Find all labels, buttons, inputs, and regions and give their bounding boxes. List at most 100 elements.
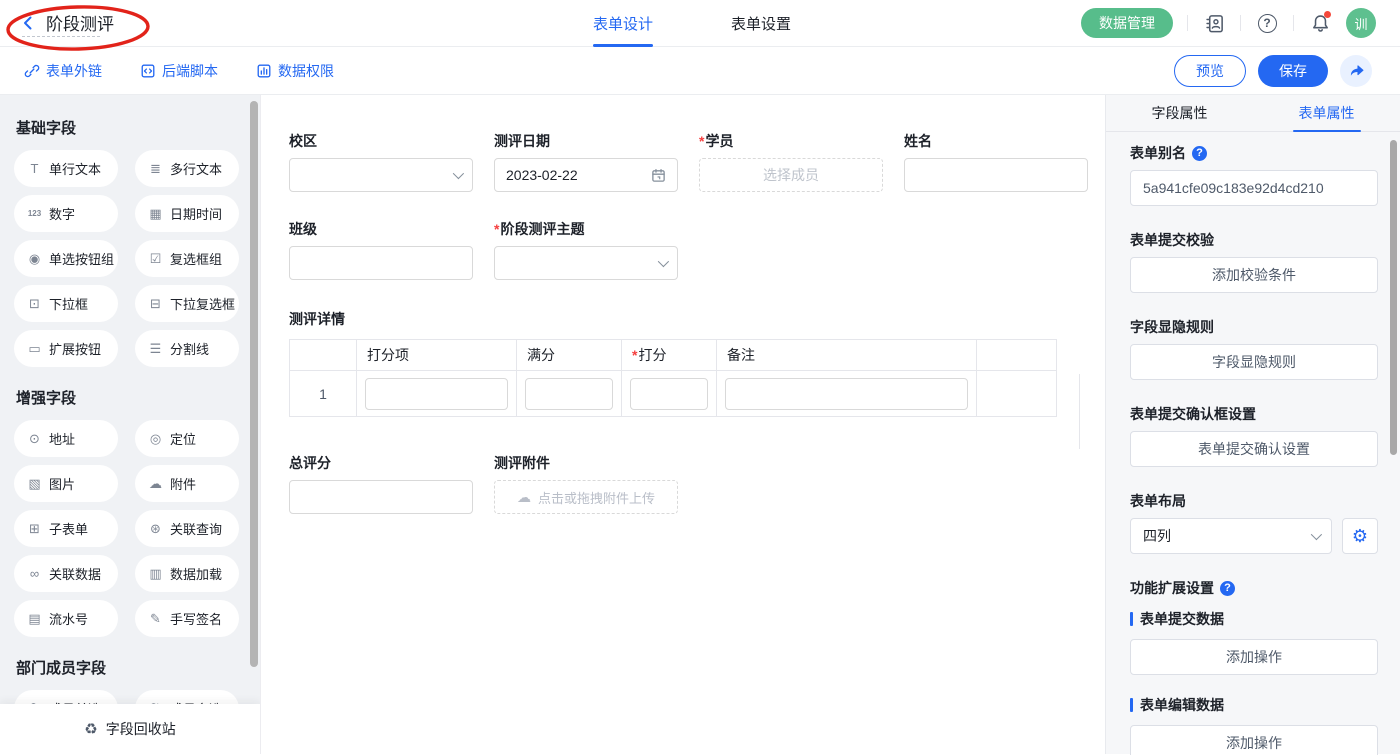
help-icon[interactable]: ?: [1192, 146, 1207, 161]
form-designer-app: 阶段测评 表单设计 表单设置 数据管理: [0, 0, 1400, 755]
submit-confirm-button[interactable]: 表单提交确认设置: [1130, 431, 1378, 467]
edit-data-add-action-button[interactable]: 添加操作: [1130, 725, 1378, 755]
active-tab-underline: [593, 44, 653, 47]
remark-input[interactable]: [725, 378, 968, 410]
data-permission-button[interactable]: 数据权限: [256, 61, 334, 81]
field-attachment[interactable]: 测评附件 ☁ 点击或拖拽附件上传: [494, 455, 678, 514]
field-item-image[interactable]: ▧图片: [14, 465, 118, 502]
campus-select[interactable]: [289, 158, 473, 192]
visibility-rules-button[interactable]: 字段显隐规则: [1130, 344, 1378, 380]
field-name[interactable]: 姓名: [904, 133, 1088, 192]
form-alias-section: 表单别名 ?: [1130, 145, 1378, 206]
datetime-icon: ▦: [148, 207, 163, 220]
help-icon: ?: [1258, 14, 1277, 33]
help-icon[interactable]: ?: [1220, 581, 1235, 596]
form-alias-input[interactable]: [1130, 170, 1378, 206]
add-check-condition-button[interactable]: 添加校验条件: [1130, 257, 1378, 293]
topic-select[interactable]: [494, 246, 678, 280]
tab-form-settings[interactable]: 表单设置: [731, 0, 791, 47]
notifications-button[interactable]: [1308, 11, 1332, 35]
score-item-input[interactable]: [365, 378, 508, 410]
student-input[interactable]: [711, 167, 871, 183]
help-button[interactable]: ?: [1255, 11, 1279, 35]
save-button[interactable]: 保存: [1258, 55, 1328, 87]
tab-form-design[interactable]: 表单设计: [593, 0, 653, 47]
sidebar-scrollbar[interactable]: [250, 101, 258, 667]
field-item-multi-select[interactable]: ⊟下拉复选框: [135, 285, 239, 322]
form-alias-label: 表单别名: [1130, 145, 1186, 162]
divider: [1240, 15, 1241, 31]
share-button[interactable]: [1340, 55, 1372, 87]
attachment-upload-area[interactable]: ☁ 点击或拖拽附件上传: [494, 480, 678, 514]
submit-data-add-action-button[interactable]: 添加操作: [1130, 639, 1378, 675]
avatar[interactable]: 训: [1346, 8, 1376, 38]
section-title-member-fields: 部门成员字段: [16, 657, 260, 678]
field-item-select[interactable]: ⊡下拉框: [14, 285, 118, 322]
field-item-label: 数据加载: [170, 564, 222, 583]
layout-select[interactable]: 四列: [1130, 518, 1332, 554]
address-book-button[interactable]: [1202, 11, 1226, 35]
section-title-basic-fields: 基础字段: [16, 117, 260, 138]
class-input-box[interactable]: [289, 246, 473, 280]
field-item-location[interactable]: ◎定位: [135, 420, 239, 457]
panel-scrollbar[interactable]: [1390, 140, 1397, 455]
layout-settings-button[interactable]: ⚙: [1342, 518, 1378, 554]
detail-col-remark: 备注: [717, 340, 977, 371]
field-detail-table[interactable]: 测评详情 打分项 满分 *打分 备注 1: [289, 309, 1105, 417]
cell-score-item: [357, 371, 517, 417]
external-link-button[interactable]: 表单外链: [24, 61, 102, 81]
field-total-score[interactable]: 总评分: [289, 455, 473, 514]
field-item-label: 子表单: [49, 519, 88, 538]
total-score-input[interactable]: [301, 489, 461, 505]
field-item-signature[interactable]: ✎手写签名: [135, 600, 239, 637]
name-input-box[interactable]: [904, 158, 1088, 192]
field-item-divider[interactable]: ☰分割线: [135, 330, 239, 367]
field-item-radio-group[interactable]: ◉单选按钮组: [14, 240, 118, 277]
eval-date-picker[interactable]: [494, 158, 678, 192]
field-item-extend-button[interactable]: ▭扩展按钮: [14, 330, 118, 367]
field-student[interactable]: *学员: [699, 133, 883, 192]
field-item-label: 扩展按钮: [49, 339, 101, 358]
field-class[interactable]: 班级: [289, 221, 473, 280]
field-campus[interactable]: 校区: [289, 133, 473, 192]
field-item-data-load[interactable]: ▥数据加载: [135, 555, 239, 592]
field-item-related-query[interactable]: ⊛关联查询: [135, 510, 239, 547]
preview-button[interactable]: 预览: [1174, 55, 1246, 87]
field-item-subform[interactable]: ⊞子表单: [14, 510, 118, 547]
field-recycle-bin[interactable]: ♻ 字段回收站: [0, 704, 260, 754]
student-member-picker[interactable]: [699, 158, 883, 192]
multi-line-text-icon: ≣: [148, 162, 163, 175]
field-attachment-label: 测评附件: [494, 455, 550, 472]
cell-extra: [977, 371, 1057, 417]
field-item-checkbox-group[interactable]: ☑复选框组: [135, 240, 239, 277]
eval-date-input[interactable]: [506, 167, 651, 183]
visibility-rules-label: 字段显隐规则: [1130, 319, 1214, 336]
active-panel-tab-underline: [1293, 130, 1361, 133]
field-item-datetime[interactable]: ▦日期时间: [135, 195, 239, 232]
field-item-multi-line-text[interactable]: ≣多行文本: [135, 150, 239, 187]
data-manage-button[interactable]: 数据管理: [1081, 8, 1173, 38]
detail-col-index: [290, 340, 357, 371]
related-data-icon: ∞: [27, 567, 42, 580]
field-item-address[interactable]: ⊙地址: [14, 420, 118, 457]
class-input[interactable]: [301, 255, 461, 271]
field-topic[interactable]: *阶段测评主题: [494, 221, 678, 280]
tab-form-properties[interactable]: 表单属性: [1253, 95, 1400, 131]
field-item-label: 定位: [170, 429, 196, 448]
divider-icon: ☰: [148, 342, 163, 355]
field-item-serial-number[interactable]: ▤流水号: [14, 600, 118, 637]
total-score-input-box[interactable]: [289, 480, 473, 514]
field-item-number[interactable]: 123数字: [14, 195, 118, 232]
tab-field-properties[interactable]: 字段属性: [1106, 95, 1253, 131]
field-item-single-line-text[interactable]: T单行文本: [14, 150, 118, 187]
tab-form-properties-label: 表单属性: [1299, 103, 1355, 123]
name-input[interactable]: [916, 167, 1076, 183]
field-item-attachment[interactable]: ☁附件: [135, 465, 239, 502]
back-button[interactable]: [20, 15, 36, 31]
score-input[interactable]: [630, 378, 708, 410]
field-eval-date[interactable]: 测评日期: [494, 133, 678, 192]
attachment-icon: ☁: [148, 477, 163, 490]
field-item-related-data[interactable]: ∞关联数据: [14, 555, 118, 592]
backend-script-button[interactable]: 后端脚本: [140, 61, 218, 81]
full-score-input[interactable]: [525, 378, 613, 410]
